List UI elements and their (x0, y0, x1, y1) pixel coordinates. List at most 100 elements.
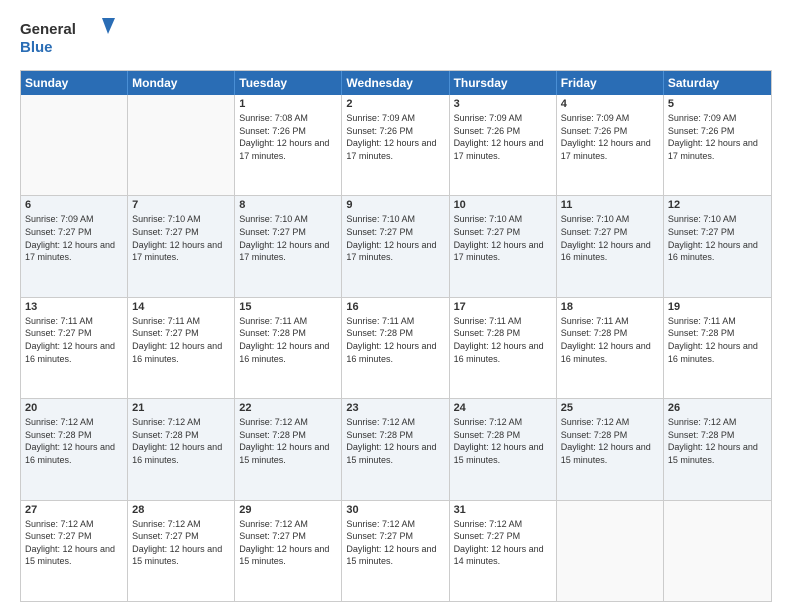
calendar-cell-0-4: 3 Sunrise: 7:09 AM Sunset: 7:26 PM Daylig… (450, 95, 557, 195)
day-number: 25 (561, 402, 659, 414)
day-number: 22 (239, 402, 337, 414)
day-number: 16 (346, 301, 444, 313)
cell-info: Sunrise: 7:12 AM Sunset: 7:27 PM Dayligh… (239, 518, 337, 568)
day-number: 4 (561, 98, 659, 110)
day-number: 11 (561, 199, 659, 211)
cell-info: Sunrise: 7:10 AM Sunset: 7:27 PM Dayligh… (132, 213, 230, 263)
day-number: 21 (132, 402, 230, 414)
day-number: 1 (239, 98, 337, 110)
cell-info: Sunrise: 7:09 AM Sunset: 7:26 PM Dayligh… (454, 112, 552, 162)
cell-info: Sunrise: 7:12 AM Sunset: 7:28 PM Dayligh… (668, 416, 767, 466)
calendar-cell-3-4: 24 Sunrise: 7:12 AM Sunset: 7:28 PM Dayli… (450, 399, 557, 499)
day-number: 26 (668, 402, 767, 414)
cell-info: Sunrise: 7:11 AM Sunset: 7:28 PM Dayligh… (561, 315, 659, 365)
cell-info: Sunrise: 7:10 AM Sunset: 7:27 PM Dayligh… (346, 213, 444, 263)
day-number: 19 (668, 301, 767, 313)
calendar-row-4: 27 Sunrise: 7:12 AM Sunset: 7:27 PM Dayli… (21, 500, 771, 601)
day-number: 27 (25, 504, 123, 516)
day-number: 24 (454, 402, 552, 414)
cell-info: Sunrise: 7:12 AM Sunset: 7:27 PM Dayligh… (25, 518, 123, 568)
calendar-cell-1-1: 7 Sunrise: 7:10 AM Sunset: 7:27 PM Daylig… (128, 196, 235, 296)
cell-info: Sunrise: 7:11 AM Sunset: 7:28 PM Dayligh… (454, 315, 552, 365)
cell-info: Sunrise: 7:10 AM Sunset: 7:27 PM Dayligh… (454, 213, 552, 263)
calendar-row-3: 20 Sunrise: 7:12 AM Sunset: 7:28 PM Dayli… (21, 398, 771, 499)
calendar-cell-3-0: 20 Sunrise: 7:12 AM Sunset: 7:28 PM Dayli… (21, 399, 128, 499)
calendar: SundayMondayTuesdayWednesdayThursdayFrid… (20, 70, 772, 602)
weekday-header-thursday: Thursday (450, 71, 557, 95)
cell-info: Sunrise: 7:10 AM Sunset: 7:27 PM Dayligh… (239, 213, 337, 263)
calendar-cell-1-4: 10 Sunrise: 7:10 AM Sunset: 7:27 PM Dayli… (450, 196, 557, 296)
cell-info: Sunrise: 7:09 AM Sunset: 7:26 PM Dayligh… (346, 112, 444, 162)
calendar-cell-4-0: 27 Sunrise: 7:12 AM Sunset: 7:27 PM Dayli… (21, 501, 128, 601)
day-number: 5 (668, 98, 767, 110)
calendar-cell-3-5: 25 Sunrise: 7:12 AM Sunset: 7:28 PM Dayli… (557, 399, 664, 499)
day-number: 29 (239, 504, 337, 516)
svg-text:Blue: Blue (20, 39, 53, 56)
logo: General Blue (20, 16, 120, 60)
calendar-cell-2-3: 16 Sunrise: 7:11 AM Sunset: 7:28 PM Dayli… (342, 298, 449, 398)
cell-info: Sunrise: 7:12 AM Sunset: 7:27 PM Dayligh… (132, 518, 230, 568)
cell-info: Sunrise: 7:09 AM Sunset: 7:26 PM Dayligh… (668, 112, 767, 162)
calendar-cell-2-4: 17Sunrise: 7:11 AM Sunset: 7:28 PM Dayli… (450, 298, 557, 398)
calendar-cell-0-6: 5 Sunrise: 7:09 AM Sunset: 7:26 PM Daylig… (664, 95, 771, 195)
day-number: 3 (454, 98, 552, 110)
calendar-cell-4-2: 29 Sunrise: 7:12 AM Sunset: 7:27 PM Dayli… (235, 501, 342, 601)
cell-info: Sunrise: 7:08 AM Sunset: 7:26 PM Dayligh… (239, 112, 337, 162)
calendar-cell-4-4: 31 Sunrise: 7:12 AM Sunset: 7:27 PM Dayli… (450, 501, 557, 601)
weekday-header-friday: Friday (557, 71, 664, 95)
calendar-cell-0-2: 1 Sunrise: 7:08 AM Sunset: 7:26 PM Daylig… (235, 95, 342, 195)
weekday-header-sunday: Sunday (21, 71, 128, 95)
day-number: 2 (346, 98, 444, 110)
calendar-header: SundayMondayTuesdayWednesdayThursdayFrid… (21, 71, 771, 95)
cell-info: Sunrise: 7:11 AM Sunset: 7:28 PM Dayligh… (346, 315, 444, 365)
calendar-cell-2-5: 18 Sunrise: 7:11 AM Sunset: 7:28 PM Dayli… (557, 298, 664, 398)
day-number: 20 (25, 402, 123, 414)
cell-info: Sunrise: 7:12 AM Sunset: 7:27 PM Dayligh… (454, 518, 552, 568)
calendar-cell-4-6 (664, 501, 771, 601)
cell-info: Sunrise: 7:09 AM Sunset: 7:26 PM Dayligh… (561, 112, 659, 162)
calendar-row-1: 6 Sunrise: 7:09 AM Sunset: 7:27 PM Daylig… (21, 195, 771, 296)
calendar-body: 1 Sunrise: 7:08 AM Sunset: 7:26 PM Daylig… (21, 95, 771, 601)
weekday-header-saturday: Saturday (664, 71, 771, 95)
day-number: 18 (561, 301, 659, 313)
day-number: 31 (454, 504, 552, 516)
calendar-cell-3-3: 23 Sunrise: 7:12 AM Sunset: 7:28 PM Dayli… (342, 399, 449, 499)
day-number: 30 (346, 504, 444, 516)
cell-info: Sunrise: 7:11 AM Sunset: 7:28 PM Dayligh… (668, 315, 767, 365)
cell-info: Sunrise: 7:11 AM Sunset: 7:27 PM Dayligh… (25, 315, 123, 365)
calendar-cell-2-0: 13 Sunrise: 7:11 AM Sunset: 7:27 PM Dayli… (21, 298, 128, 398)
weekday-header-monday: Monday (128, 71, 235, 95)
svg-text:General: General (20, 21, 76, 38)
cell-info: Sunrise: 7:12 AM Sunset: 7:28 PM Dayligh… (132, 416, 230, 466)
cell-info: Sunrise: 7:12 AM Sunset: 7:28 PM Dayligh… (346, 416, 444, 466)
day-number: 6 (25, 199, 123, 211)
calendar-cell-1-3: 9 Sunrise: 7:10 AM Sunset: 7:27 PM Daylig… (342, 196, 449, 296)
day-number: 7 (132, 199, 230, 211)
calendar-cell-0-5: 4 Sunrise: 7:09 AM Sunset: 7:26 PM Daylig… (557, 95, 664, 195)
calendar-cell-1-0: 6 Sunrise: 7:09 AM Sunset: 7:27 PM Daylig… (21, 196, 128, 296)
cell-info: Sunrise: 7:12 AM Sunset: 7:28 PM Dayligh… (25, 416, 123, 466)
calendar-cell-3-2: 22Sunrise: 7:12 AM Sunset: 7:28 PM Dayli… (235, 399, 342, 499)
weekday-header-wednesday: Wednesday (342, 71, 449, 95)
cell-info: Sunrise: 7:11 AM Sunset: 7:27 PM Dayligh… (132, 315, 230, 365)
cell-info: Sunrise: 7:09 AM Sunset: 7:27 PM Dayligh… (25, 213, 123, 263)
day-number: 13 (25, 301, 123, 313)
calendar-cell-0-1 (128, 95, 235, 195)
cell-info: Sunrise: 7:12 AM Sunset: 7:27 PM Dayligh… (346, 518, 444, 568)
calendar-cell-1-5: 11Sunrise: 7:10 AM Sunset: 7:27 PM Dayli… (557, 196, 664, 296)
day-number: 10 (454, 199, 552, 211)
calendar-cell-0-0 (21, 95, 128, 195)
header: General Blue (20, 16, 772, 60)
cell-info: Sunrise: 7:11 AM Sunset: 7:28 PM Dayligh… (239, 315, 337, 365)
cell-info: Sunrise: 7:12 AM Sunset: 7:28 PM Dayligh… (561, 416, 659, 466)
day-number: 28 (132, 504, 230, 516)
page: General Blue SundayMondayTuesdayWednesda… (0, 0, 792, 612)
calendar-cell-4-5 (557, 501, 664, 601)
day-number: 14 (132, 301, 230, 313)
day-number: 23 (346, 402, 444, 414)
cell-info: Sunrise: 7:10 AM Sunset: 7:27 PM Dayligh… (668, 213, 767, 263)
cell-info: Sunrise: 7:12 AM Sunset: 7:28 PM Dayligh… (454, 416, 552, 466)
calendar-cell-2-6: 19 Sunrise: 7:11 AM Sunset: 7:28 PM Dayli… (664, 298, 771, 398)
day-number: 9 (346, 199, 444, 211)
calendar-cell-0-3: 2 Sunrise: 7:09 AM Sunset: 7:26 PM Daylig… (342, 95, 449, 195)
